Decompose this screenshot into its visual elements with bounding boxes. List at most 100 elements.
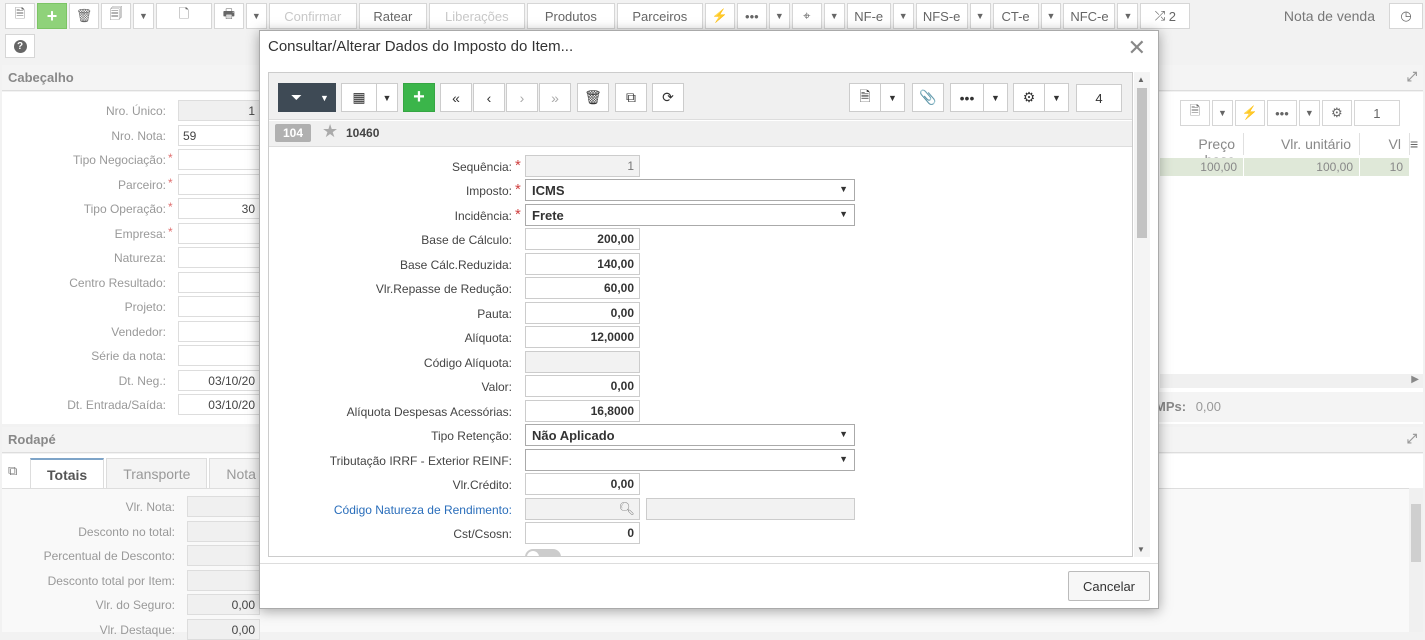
- printer-button[interactable]: 🖶: [213, 3, 244, 29]
- cte-button[interactable]: CT-e: [992, 3, 1039, 29]
- base-reduzida-field[interactable]: 140,00: [525, 253, 640, 275]
- expand-icon[interactable]: ⤢: [1407, 69, 1417, 85]
- printer-dropdown[interactable]: ▼: [245, 3, 267, 29]
- grid-more-button[interactable]: •••: [1266, 100, 1297, 126]
- nfse-dropdown[interactable]: ▼: [969, 3, 991, 29]
- pdf-button[interactable]: 🗋: [155, 3, 212, 29]
- cst-csosn-field[interactable]: 0: [525, 522, 640, 544]
- cabecalho-field[interactable]: [178, 296, 260, 317]
- more-dropdown[interactable]: ▼: [768, 3, 790, 29]
- grid-settings-button[interactable]: ⚙: [1321, 100, 1352, 126]
- add-button[interactable]: +: [37, 3, 67, 29]
- cabecalho-field[interactable]: [178, 149, 260, 170]
- cabecalho-field[interactable]: [178, 271, 260, 293]
- tributacao-irrf-select[interactable]: ▼: [525, 449, 855, 471]
- grid-flash-button[interactable]: ⚡: [1234, 100, 1265, 126]
- col-preco-base[interactable]: Preço base: [1160, 133, 1244, 168]
- print-doc-dropdown[interactable]: ▼: [133, 3, 154, 29]
- base-calculo-field[interactable]: 200,00: [525, 228, 640, 250]
- tipo-retencao-select[interactable]: Não Aplicado ▼: [525, 424, 855, 446]
- dialog-settings-dropdown[interactable]: ▼: [1044, 83, 1069, 112]
- expand-icon[interactable]: ⤢: [1407, 431, 1417, 447]
- valor-field[interactable]: 0,00: [525, 375, 640, 397]
- more-button[interactable]: •••: [736, 3, 767, 29]
- prev-record-button[interactable]: ‹: [473, 83, 505, 112]
- repasse-field[interactable]: 60,00: [525, 277, 640, 299]
- nfce-dropdown[interactable]: ▼: [1117, 3, 1139, 29]
- dialog-settings-button[interactable]: ⚙: [1013, 83, 1045, 112]
- parceiros-button[interactable]: Parceiros: [616, 3, 703, 29]
- delete-button[interactable]: 🗑: [69, 3, 99, 29]
- confirmar-button[interactable]: Confirmar: [268, 3, 357, 29]
- nfse-button[interactable]: NFS-e: [915, 3, 968, 29]
- export-button[interactable]: 🗎: [1180, 100, 1210, 126]
- cod-natureza-label[interactable]: Código Natureza de Rendimento:: [269, 503, 512, 517]
- refresh-button[interactable]: ⟳: [652, 83, 684, 112]
- nfce-button[interactable]: NFC-e: [1063, 3, 1116, 29]
- history-button[interactable]: ◷: [1389, 3, 1423, 29]
- liberacoes-button[interactable]: Liberações: [428, 3, 525, 29]
- delete-record-button[interactable]: 🗑: [577, 83, 609, 112]
- cabecalho-field[interactable]: [178, 320, 260, 342]
- export-record-button[interactable]: 🗎: [849, 83, 881, 112]
- cabecalho-field[interactable]: 1: [178, 100, 260, 121]
- grid-counter[interactable]: 1: [1353, 100, 1400, 126]
- map-dropdown[interactable]: ▼: [823, 3, 845, 29]
- cancel-button[interactable]: Cancelar: [1068, 571, 1150, 601]
- cabecalho-field[interactable]: [178, 173, 260, 195]
- grid-hscroll[interactable]: ▶: [1160, 374, 1423, 388]
- export-dropdown[interactable]: ▼: [1212, 100, 1233, 126]
- rodape-vscroll[interactable]: [1409, 488, 1423, 632]
- cte-dropdown[interactable]: ▼: [1040, 3, 1062, 29]
- first-record-button[interactable]: «: [440, 83, 472, 112]
- filter-dropdown[interactable]: ▼: [313, 83, 336, 112]
- produtos-button[interactable]: Produtos: [526, 3, 615, 29]
- filter-button[interactable]: ⏷: [278, 83, 315, 112]
- cabecalho-field[interactable]: 59: [178, 124, 260, 146]
- flash-button[interactable]: ⚡: [704, 3, 735, 29]
- ratear-button[interactable]: Ratear: [358, 3, 427, 29]
- record-counter[interactable]: 4: [1076, 84, 1122, 112]
- last-record-button[interactable]: »: [539, 83, 571, 112]
- aliquota-field[interactable]: 12,0000: [525, 326, 640, 348]
- col-vl[interactable]: Vl: [1360, 133, 1410, 155]
- export-record-dropdown[interactable]: ▼: [880, 83, 905, 112]
- column-menu-icon[interactable]: ≡: [1410, 136, 1418, 152]
- cabecalho-field[interactable]: 03/10/20: [178, 394, 260, 415]
- scroll-up-icon[interactable]: ▲: [1137, 75, 1145, 84]
- cod-natureza-field[interactable]: 🔍︎: [525, 498, 640, 520]
- attach-button[interactable]: 📎: [912, 83, 944, 112]
- aliq-despesas-field[interactable]: 16,8000: [525, 400, 640, 422]
- scroll-thumb[interactable]: [1137, 88, 1147, 238]
- col-vlr-unitario[interactable]: Vlr. unitário: [1244, 133, 1360, 155]
- next-record-button[interactable]: ›: [506, 83, 538, 112]
- grid-view-dropdown[interactable]: ▼: [376, 83, 398, 112]
- pauta-field[interactable]: 0,00: [525, 302, 640, 324]
- cabecalho-field[interactable]: 30: [178, 198, 260, 219]
- incidencia-select[interactable]: Frete ▼: [525, 204, 855, 226]
- cabecalho-field[interactable]: [178, 222, 260, 244]
- map-button[interactable]: ⌖: [791, 3, 822, 29]
- grid-view-button[interactable]: ▦: [341, 83, 377, 112]
- toggle-switch[interactable]: [525, 549, 561, 556]
- search-icon[interactable]: 🔍︎: [618, 501, 635, 517]
- scroll-thumb[interactable]: [1411, 504, 1421, 562]
- dialog-vscroll[interactable]: ▲ ▼: [1134, 72, 1150, 557]
- close-icon[interactable]: ✕: [1128, 35, 1146, 61]
- star-icon[interactable]: ★: [322, 121, 338, 142]
- duplicate-record-button[interactable]: ⧉: [615, 83, 647, 112]
- print-doc-button[interactable]: 🗐: [101, 3, 131, 29]
- cabecalho-field[interactable]: [178, 345, 260, 366]
- nfe-dropdown[interactable]: ▼: [892, 3, 914, 29]
- vlr-credito-field[interactable]: 0,00: [525, 473, 640, 495]
- shuffle-button[interactable]: ⤮ 2: [1140, 3, 1191, 29]
- table-row[interactable]: 100,00 100,00 10: [1160, 158, 1410, 176]
- cabecalho-field[interactable]: [178, 247, 260, 268]
- new-doc-button[interactable]: 🗎: [5, 3, 35, 29]
- dialog-more-dropdown[interactable]: ▼: [983, 83, 1008, 112]
- add-record-button[interactable]: +: [403, 83, 435, 112]
- scroll-down-icon[interactable]: ▼: [1137, 545, 1145, 554]
- nfe-button[interactable]: NF-e: [846, 3, 891, 29]
- tab-totais[interactable]: Totais: [30, 458, 105, 488]
- cabecalho-field[interactable]: 03/10/20: [178, 369, 260, 391]
